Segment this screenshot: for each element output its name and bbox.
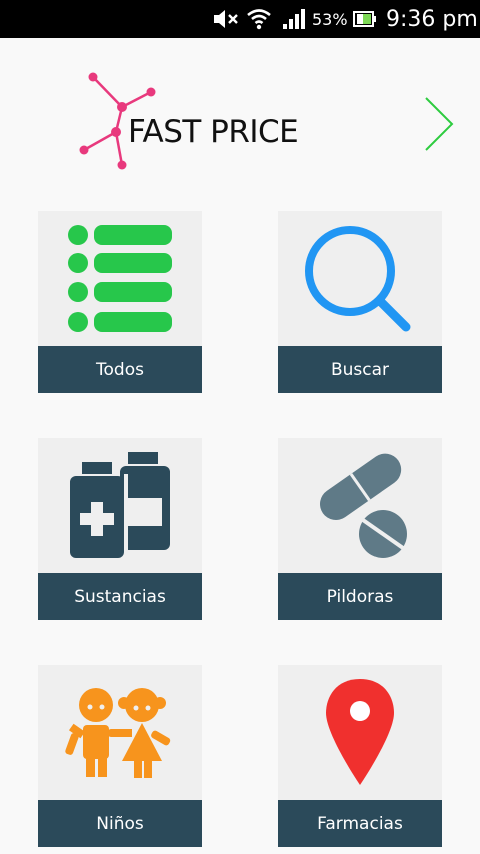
menu-tile-farmacias[interactable]: Farmacias <box>278 665 442 847</box>
pills-icon <box>278 438 442 573</box>
next-chevron-icon[interactable] <box>420 94 456 154</box>
battery-icon <box>353 0 377 38</box>
app-logo-text: FAST PRICE <box>128 114 299 150</box>
menu-tile-ninos[interactable]: Niños <box>38 665 202 847</box>
menu-tile-buscar[interactable]: Buscar <box>278 211 442 393</box>
menu-tile-label: Buscar <box>278 346 442 393</box>
menu-tile-pildoras[interactable]: Pildoras <box>278 438 442 620</box>
menu-tile-sustancias[interactable]: Sustancias <box>38 438 202 620</box>
menu-tile-todos[interactable]: Todos <box>38 211 202 393</box>
menu-tile-label: Farmacias <box>278 800 442 847</box>
menu-tile-label: Niños <box>38 800 202 847</box>
map-pin-icon <box>278 665 442 800</box>
menu-tile-label: Todos <box>38 346 202 393</box>
wifi-icon <box>246 0 272 38</box>
menu-tile-label: Sustancias <box>38 573 202 620</box>
signal-icon <box>282 0 306 38</box>
status-bar: 53% 9:36 pm <box>0 0 480 38</box>
children-icon <box>38 665 202 800</box>
battery-percent: 53% <box>312 9 348 29</box>
medicine-bottles-icon <box>38 438 202 573</box>
search-icon <box>278 211 442 346</box>
mute-icon <box>212 0 240 38</box>
list-icon <box>38 211 202 346</box>
menu-tile-label: Pildoras <box>278 573 442 620</box>
clock: 9:36 pm <box>386 6 478 32</box>
